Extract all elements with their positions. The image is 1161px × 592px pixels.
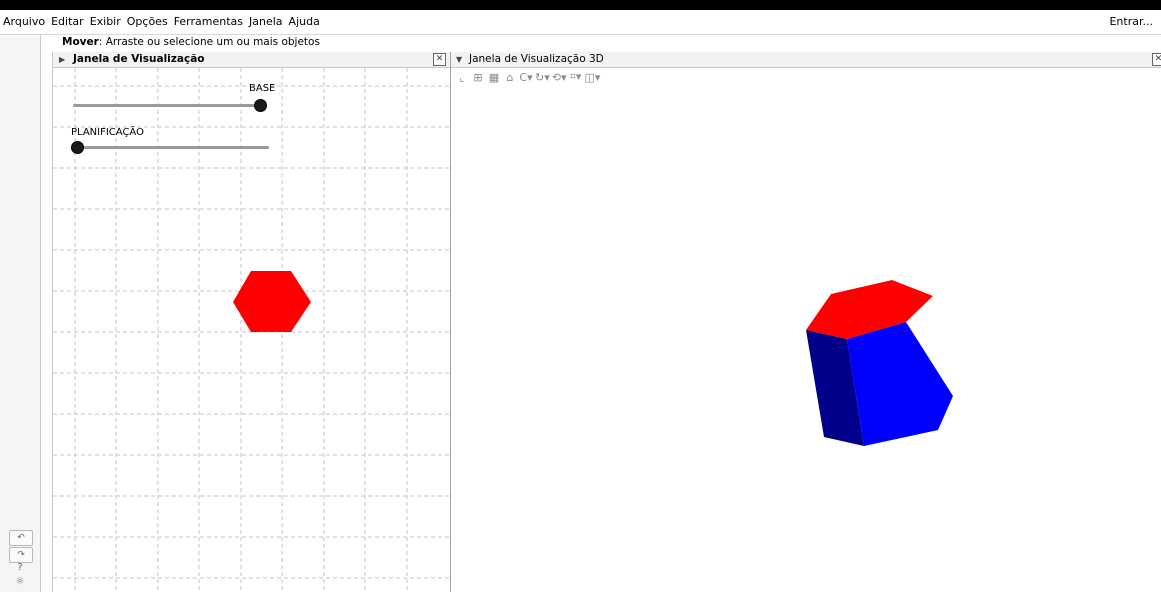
menu-janela[interactable]: Janela [246, 10, 286, 34]
prism-side-face[interactable] [847, 322, 953, 446]
slider-base-knob[interactable] [254, 99, 267, 112]
slider-planificacao-knob[interactable] [71, 141, 84, 154]
help-icon[interactable]: ? [9, 562, 31, 573]
graphics-view-titlebar[interactable]: ▶ Janela de Visualização ✕ [53, 52, 450, 68]
redo-button[interactable]: ↷ [9, 547, 33, 563]
collapse-triangle-icon[interactable]: ▶ [59, 52, 65, 67]
app-window: Arquivo Editar Exibir Opções Ferramentas… [0, 10, 1161, 592]
prism-top-face[interactable] [806, 280, 933, 339]
slider-base-track[interactable] [73, 104, 260, 107]
slider-planificacao-track[interactable] [77, 146, 269, 149]
close-icon[interactable]: ✕ [433, 53, 446, 66]
menu-exibir[interactable]: Exibir [87, 10, 124, 34]
signin-link[interactable]: Entrar... [1109, 10, 1153, 34]
mode-hint: Mover: Arraste ou selecione um ou mais o… [62, 36, 320, 48]
undo-button[interactable]: ↶ [9, 530, 33, 546]
hexagon[interactable] [233, 271, 311, 332]
graphics-view-3d[interactable]: ▼ Janela de Visualização 3D ✕ ⌞ ⊞ ▦ ⌂ C▾… [451, 52, 1161, 592]
menu-arquivo[interactable]: Arquivo [0, 10, 48, 34]
menu-ferramentas[interactable]: Ferramentas [171, 10, 246, 34]
mode-hint-text: : Arraste ou selecione um ou mais objeto… [98, 36, 320, 48]
mode-hint-tool: Mover [62, 36, 99, 48]
graphics-view[interactable]: ▶ Janela de Visualização ✕ BASE PLANIFIC… [52, 52, 451, 592]
menu-bar: Arquivo Editar Exibir Opções Ferramentas… [0, 10, 1161, 35]
settings-icon[interactable]: ☼ [9, 576, 31, 587]
menu-opcoes[interactable]: Opções [124, 10, 171, 34]
graphics-view-title: Janela de Visualização [73, 53, 205, 65]
prism-canvas[interactable] [451, 52, 1161, 592]
undo-icon: ↶ [17, 533, 25, 543]
slider-base-label: BASE [249, 83, 276, 94]
left-rail [0, 35, 41, 592]
slider-planificacao-label: PLANIFICAÇÃO [71, 127, 144, 138]
menu-ajuda[interactable]: Ajuda [286, 10, 323, 34]
menu-editar[interactable]: Editar [48, 10, 87, 34]
redo-icon: ↷ [17, 550, 25, 560]
